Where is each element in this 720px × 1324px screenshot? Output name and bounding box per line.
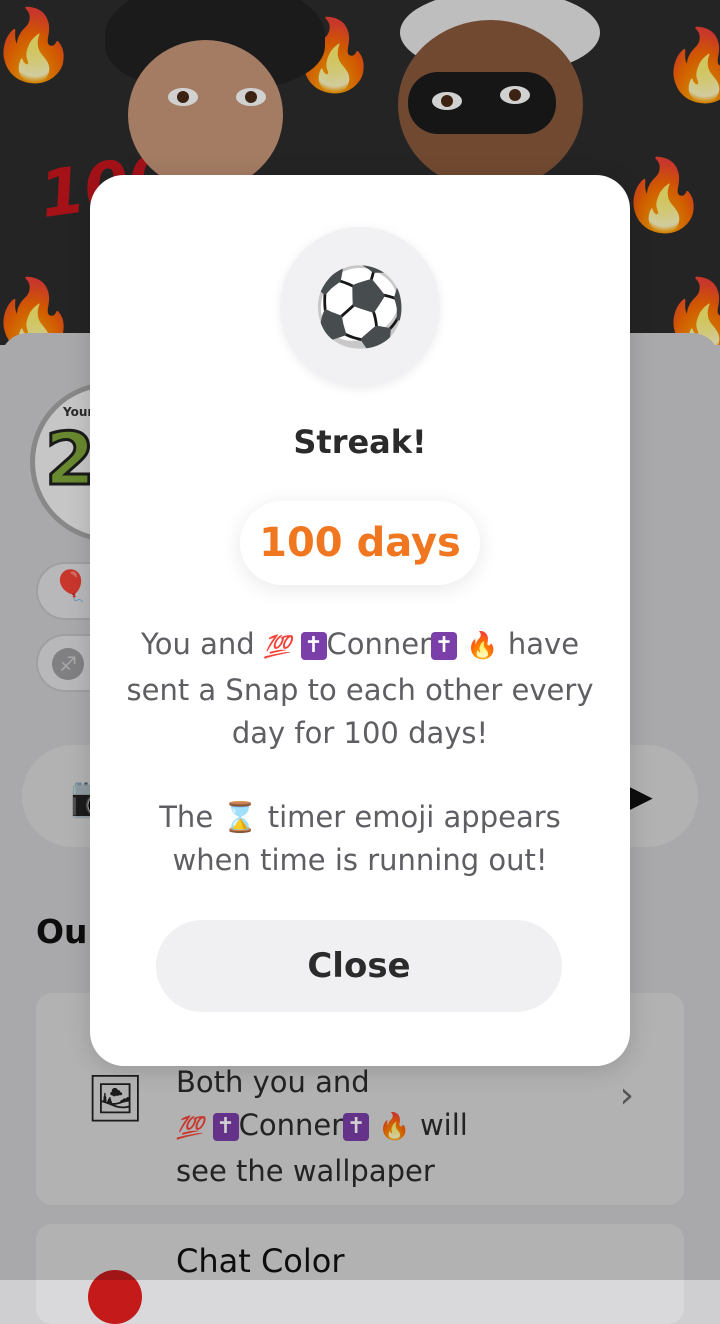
timer-line-1: The ⌛ timer emoji appears (110, 796, 610, 839)
soccer-ball-icon: ⚽ (280, 227, 440, 387)
streak-days-badge: 100 days (240, 501, 480, 585)
timer-note: The ⌛ timer emoji appears when time is r… (110, 796, 610, 882)
friend-name: Conner (326, 627, 432, 661)
timer-prefix: The (159, 800, 223, 834)
hourglass-icon: ⌛ (222, 800, 259, 834)
description-line-1: You and 💯 ✝ Conner ✝ 🔥 have (110, 623, 610, 669)
streak-description: You and 💯 ✝ Conner ✝ 🔥 have sent a Snap to… (110, 623, 610, 755)
hundred-emoji: 💯 (263, 635, 292, 660)
line1-suffix: have (498, 627, 580, 661)
cross-emoji: ✝ (431, 632, 458, 660)
description-line-3: day for 100 days! (231, 716, 489, 750)
streak-modal: ⚽ Streak! 100 days You and 💯 ✝ Conner ✝ 🔥 … (90, 175, 630, 1066)
modal-title: Streak! (293, 423, 427, 461)
line1-prefix: You and (140, 627, 264, 661)
fire-emoji: 🔥 (466, 631, 499, 661)
description-line-2: sent a Snap to each other every (126, 673, 594, 707)
timer-line-2: when time is running out! (172, 843, 548, 877)
close-button[interactable]: Close (156, 920, 562, 1012)
cross-emoji: ✝ (300, 632, 327, 660)
timer-suffix: timer emoji appears (258, 800, 561, 834)
